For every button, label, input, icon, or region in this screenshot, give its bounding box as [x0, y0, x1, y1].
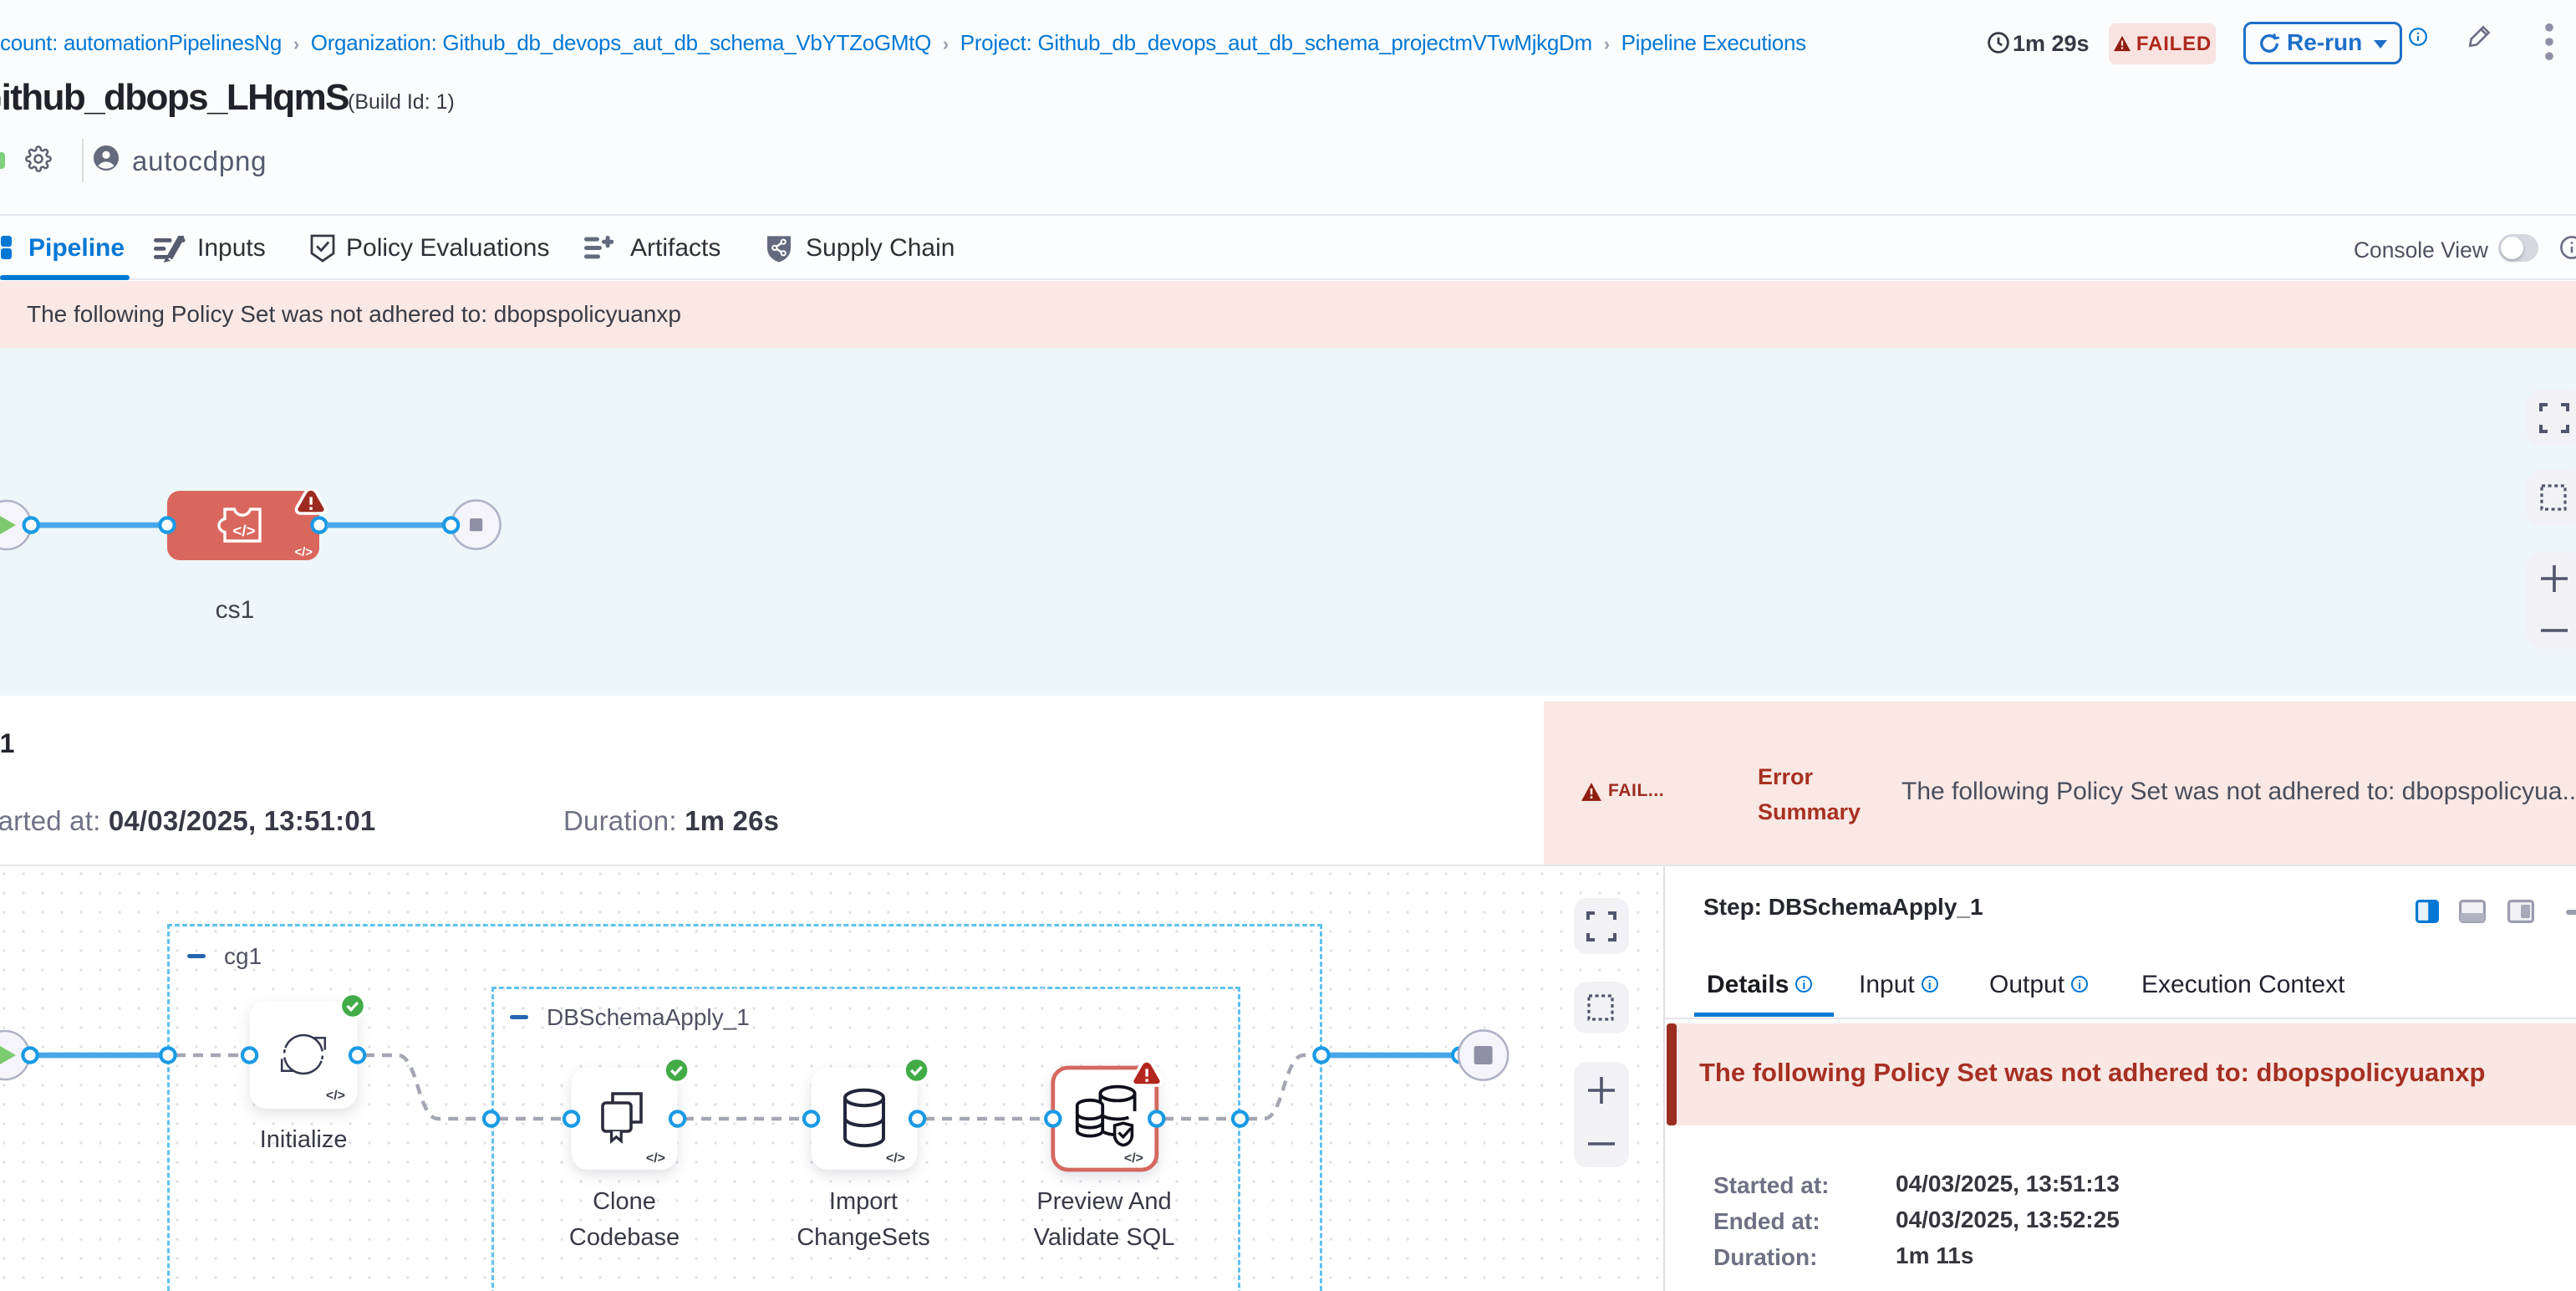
svg-text:</>: </> — [232, 522, 255, 539]
svg-text:</>: </> — [326, 1089, 345, 1103]
svg-text:</>: </> — [886, 1151, 905, 1166]
svg-text:</>: </> — [294, 545, 313, 559]
svg-text:</>: </> — [646, 1151, 665, 1166]
svg-text:</>: </> — [1124, 1151, 1143, 1166]
